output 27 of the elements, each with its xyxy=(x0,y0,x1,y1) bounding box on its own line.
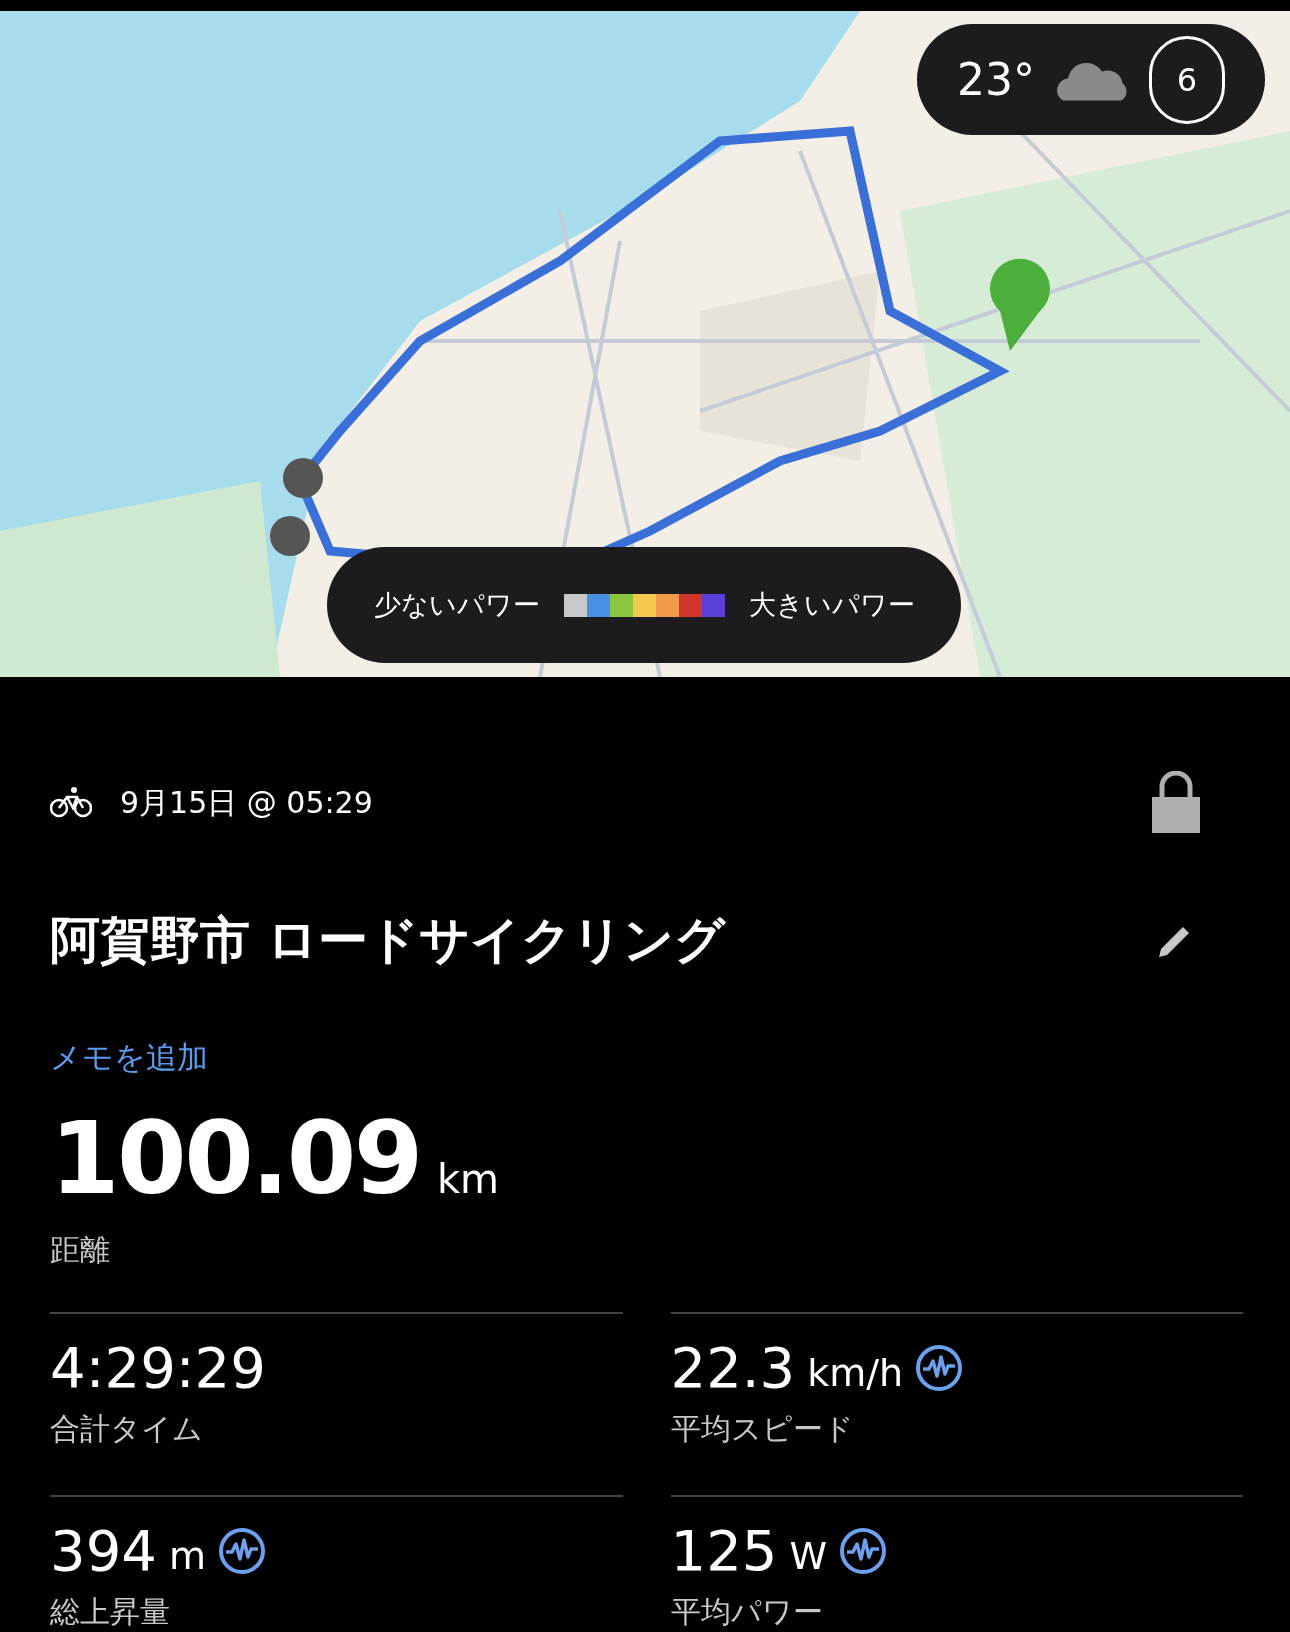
stat-value: 22.3 xyxy=(670,1339,796,1396)
distance-unit: km xyxy=(436,1154,500,1204)
analysis-icon[interactable] xyxy=(915,1343,964,1392)
stat-label: 総上昇量 xyxy=(50,1592,170,1631)
legend-low-label: 少ないパワー xyxy=(373,587,540,622)
analysis-icon[interactable] xyxy=(838,1526,887,1575)
temperature: 23° xyxy=(957,52,1035,107)
lock-icon[interactable] xyxy=(1152,771,1200,833)
stat-value: 4:29:29 xyxy=(50,1339,266,1396)
weather-panel[interactable]: 23° 6 xyxy=(917,24,1265,135)
stat-unit: m xyxy=(168,1533,206,1580)
distance-value: 100.09 xyxy=(50,1108,421,1209)
activity-title: 阿賀野市 ロードサイクリング xyxy=(50,910,726,971)
stat-unit: km/h xyxy=(807,1350,904,1397)
legend-high-label: 大きいパワー xyxy=(748,587,915,622)
stat-label: 合計タイム xyxy=(50,1409,203,1448)
uv-index-badge: 6 xyxy=(1149,35,1225,124)
analysis-icon[interactable] xyxy=(217,1526,266,1575)
stat-label: 平均パワー xyxy=(670,1592,823,1631)
stat-unit: W xyxy=(789,1533,827,1580)
bicycle-icon xyxy=(50,786,92,818)
activity-date: 9月15日 @ 05:29 xyxy=(120,783,373,822)
stat-value: 394 xyxy=(50,1522,157,1579)
stat-value: 125 xyxy=(670,1522,778,1579)
distance-label: 距離 xyxy=(50,1230,110,1269)
stat-label: 平均スピード xyxy=(670,1409,854,1448)
add-memo-link[interactable]: メモを追加 xyxy=(50,1034,208,1081)
